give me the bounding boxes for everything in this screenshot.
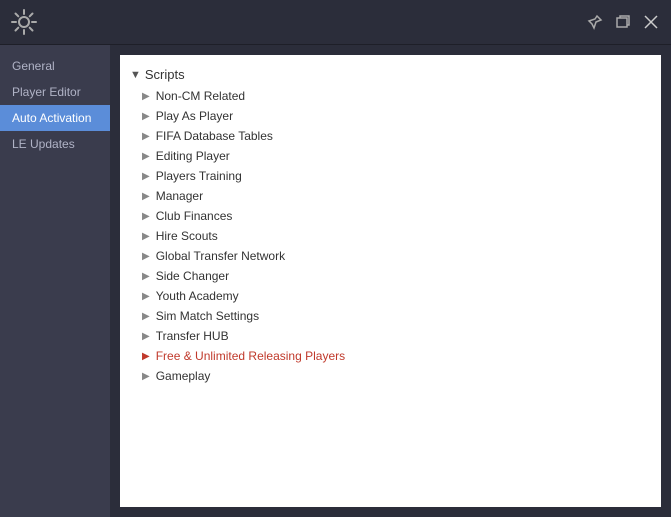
script-label: Manager xyxy=(156,189,203,203)
sidebar-item-player-editor[interactable]: Player Editor xyxy=(0,79,110,105)
scripts-header-label: Scripts xyxy=(145,67,185,82)
list-item-gameplay[interactable]: ▶ Gameplay xyxy=(120,366,661,386)
app-icon xyxy=(10,8,38,36)
chevron-right-icon: ▶ xyxy=(142,91,150,102)
pin-button[interactable] xyxy=(585,12,605,32)
close-button[interactable] xyxy=(641,12,661,32)
content-area: ▼ Scripts ▶ Non-CM Related ▶ Play As Pla… xyxy=(110,45,671,517)
script-label: Free & Unlimited Releasing Players xyxy=(156,349,345,363)
chevron-right-icon: ▶ xyxy=(142,171,150,182)
script-label: Youth Academy xyxy=(156,289,239,303)
chevron-right-icon: ▶ xyxy=(142,111,150,122)
script-label: Club Finances xyxy=(156,209,233,223)
script-label: Hire Scouts xyxy=(156,229,218,243)
chevron-right-icon: ▶ xyxy=(142,251,150,262)
list-item-free-unlimited-releasing-players[interactable]: ▶ Free & Unlimited Releasing Players xyxy=(120,346,661,366)
script-label: Players Training xyxy=(156,169,242,183)
list-item-non-cm-related[interactable]: ▶ Non-CM Related xyxy=(120,86,661,106)
sidebar-item-auto-activation[interactable]: Auto Activation xyxy=(0,105,110,131)
scripts-panel: ▼ Scripts ▶ Non-CM Related ▶ Play As Pla… xyxy=(120,55,661,507)
script-label: Non-CM Related xyxy=(156,89,245,103)
list-item-editing-player[interactable]: ▶ Editing Player xyxy=(120,146,661,166)
restore-button[interactable] xyxy=(613,12,633,32)
chevron-right-icon: ▶ xyxy=(142,311,150,322)
scripts-expand-arrow: ▼ xyxy=(130,69,141,81)
chevron-right-icon: ▶ xyxy=(142,271,150,282)
sidebar: General Player Editor Auto Activation LE… xyxy=(0,45,110,517)
script-label: Play As Player xyxy=(156,109,233,123)
chevron-right-icon: ▶ xyxy=(142,151,150,162)
chevron-right-icon: ▶ xyxy=(142,191,150,202)
list-item-sim-match-settings[interactable]: ▶ Sim Match Settings xyxy=(120,306,661,326)
sidebar-item-le-updates[interactable]: LE Updates xyxy=(0,131,110,157)
chevron-right-icon: ▶ xyxy=(142,351,150,362)
script-label: FIFA Database Tables xyxy=(156,129,273,143)
scripts-header[interactable]: ▼ Scripts xyxy=(120,63,661,86)
chevron-right-icon: ▶ xyxy=(142,331,150,342)
list-item-global-transfer-network[interactable]: ▶ Global Transfer Network xyxy=(120,246,661,266)
chevron-right-icon: ▶ xyxy=(142,131,150,142)
chevron-right-icon: ▶ xyxy=(142,371,150,382)
script-label: Global Transfer Network xyxy=(156,249,285,263)
main-layout: General Player Editor Auto Activation LE… xyxy=(0,45,671,517)
list-item-club-finances[interactable]: ▶ Club Finances xyxy=(120,206,661,226)
list-item-youth-academy[interactable]: ▶ Youth Academy xyxy=(120,286,661,306)
list-item-hire-scouts[interactable]: ▶ Hire Scouts xyxy=(120,226,661,246)
title-bar xyxy=(0,0,671,45)
script-label: Side Changer xyxy=(156,269,229,283)
chevron-right-icon: ▶ xyxy=(142,291,150,302)
list-item-players-training[interactable]: ▶ Players Training xyxy=(120,166,661,186)
title-bar-controls xyxy=(585,12,661,32)
sidebar-item-general[interactable]: General xyxy=(0,53,110,79)
script-label: Gameplay xyxy=(156,369,211,383)
chevron-right-icon: ▶ xyxy=(142,211,150,222)
list-item-fifa-database-tables[interactable]: ▶ FIFA Database Tables xyxy=(120,126,661,146)
list-item-side-changer[interactable]: ▶ Side Changer xyxy=(120,266,661,286)
chevron-right-icon: ▶ xyxy=(142,231,150,242)
script-label: Transfer HUB xyxy=(156,329,229,343)
list-item-transfer-hub[interactable]: ▶ Transfer HUB xyxy=(120,326,661,346)
list-item-manager[interactable]: ▶ Manager xyxy=(120,186,661,206)
list-item-play-as-player[interactable]: ▶ Play As Player xyxy=(120,106,661,126)
script-label: Editing Player xyxy=(156,149,230,163)
script-label: Sim Match Settings xyxy=(156,309,259,323)
title-bar-left xyxy=(10,8,38,36)
